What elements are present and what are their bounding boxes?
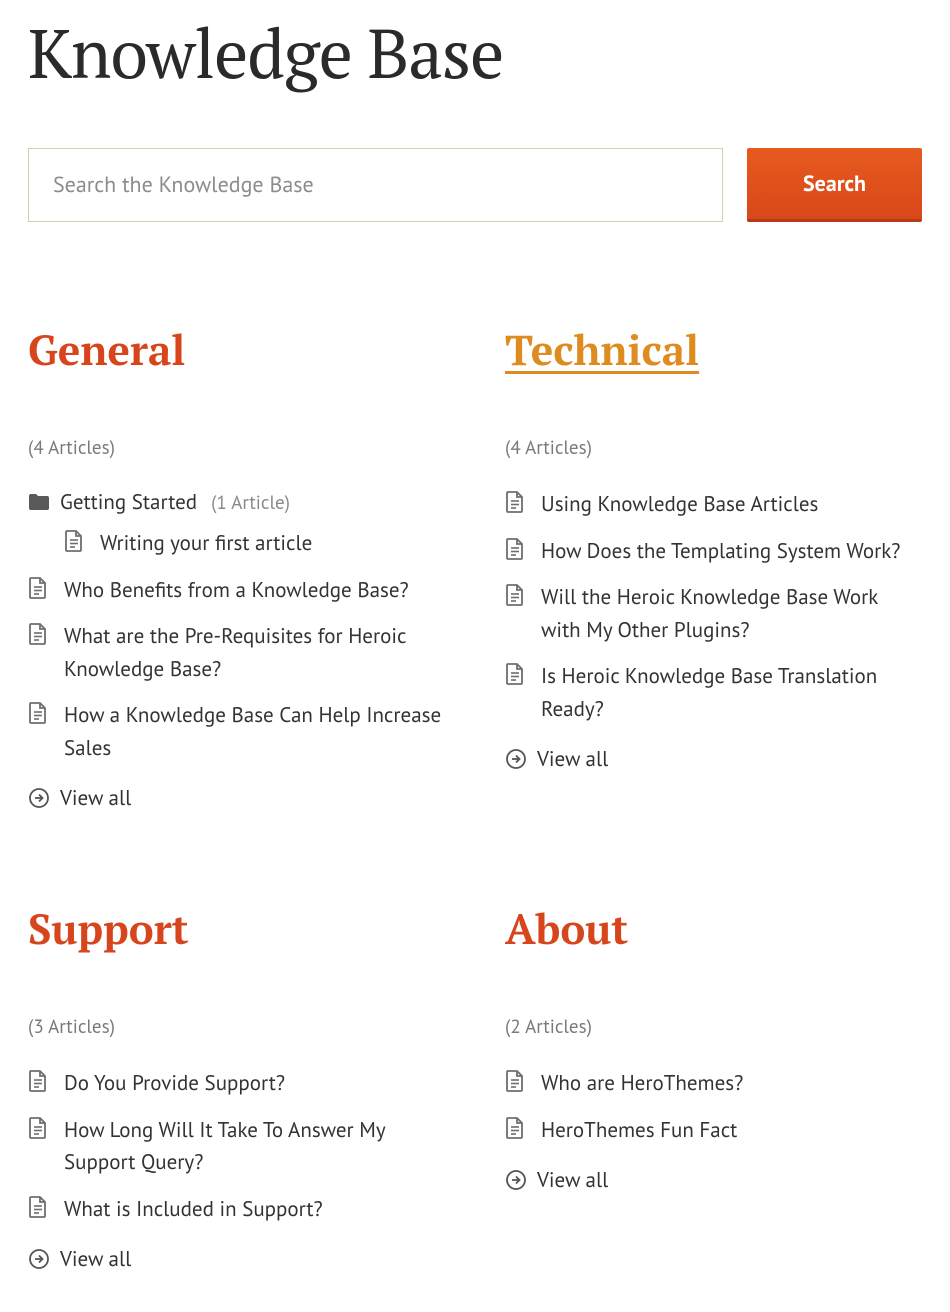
article-link[interactable]: Will the Heroic Knowledge Base Work with… [541,581,922,646]
category-support: Support (3 Articles) Do You Provide Suppo… [28,901,445,1272]
document-icon [28,1070,48,1092]
search-button[interactable]: Search [747,148,922,222]
document-icon [28,623,48,645]
category-count: (4 Articles) [28,436,445,460]
view-all-link[interactable]: View all [28,1245,445,1272]
category-about: About (2 Articles) Who are HeroThemes? He… [505,901,922,1272]
document-icon [505,1117,525,1139]
document-icon [28,1117,48,1139]
category-title[interactable]: Support [28,901,445,957]
arrow-right-circle-icon [505,748,527,770]
list-item[interactable]: HeroThemes Fun Fact [505,1114,922,1147]
article-link[interactable]: Is Heroic Knowledge Base Translation Rea… [541,660,922,725]
document-icon [505,538,525,560]
folder-icon [28,493,50,511]
category-title[interactable]: General [28,322,445,378]
category-technical: Technical (4 Articles) Using Knowledge Ba… [505,322,922,811]
search-row: Search [28,148,922,222]
view-all-label: View all [537,1166,608,1193]
category-general: General (4 Articles) Getting Started (1 A… [28,322,445,811]
document-icon [28,1196,48,1218]
view-all-link[interactable]: View all [505,1166,922,1193]
article-link[interactable]: Who Benefits from a Knowledge Base? [64,574,409,607]
list-item[interactable]: Writing your first article [64,527,445,560]
view-all-link[interactable]: View all [28,784,445,811]
view-all-link[interactable]: View all [505,745,922,772]
article-link[interactable]: HeroThemes Fun Fact [541,1114,737,1147]
arrow-right-circle-icon [505,1169,527,1191]
view-all-label: View all [60,1245,131,1272]
arrow-right-circle-icon [28,787,50,809]
view-all-label: View all [60,784,131,811]
list-item[interactable]: How Does the Templating System Work? [505,535,922,568]
category-count: (4 Articles) [505,436,922,460]
category-title[interactable]: Technical [505,322,922,378]
list-item[interactable]: Will the Heroic Knowledge Base Work with… [505,581,922,646]
document-icon [505,1070,525,1092]
document-icon [28,702,48,724]
list-item[interactable]: Who Benefits from a Knowledge Base? [28,574,445,607]
list-item[interactable]: Is Heroic Knowledge Base Translation Rea… [505,660,922,725]
article-link[interactable]: Do You Provide Support? [64,1067,285,1100]
category-count: (3 Articles) [28,1015,445,1039]
document-icon [64,530,84,552]
article-link[interactable]: How Long Will It Take To Answer My Suppo… [64,1114,445,1179]
document-icon [505,584,525,606]
list-item[interactable]: How Long Will It Take To Answer My Suppo… [28,1114,445,1179]
subcategory-name: Getting Started [60,488,197,515]
list-item[interactable]: Who are HeroThemes? [505,1067,922,1100]
list-item[interactable]: Using Knowledge Base Articles [505,488,922,521]
document-icon [505,491,525,513]
subcategory-count: (1 Article) [211,491,290,515]
list-item[interactable]: What are the Pre-Requisites for Heroic K… [28,620,445,685]
arrow-right-circle-icon [28,1248,50,1270]
article-link[interactable]: Who are HeroThemes? [541,1067,743,1100]
article-link[interactable]: Using Knowledge Base Articles [541,488,818,521]
document-icon [28,577,48,599]
search-input[interactable] [28,148,723,222]
list-item[interactable]: Do You Provide Support? [28,1067,445,1100]
article-link[interactable]: What are the Pre-Requisites for Heroic K… [64,620,445,685]
list-item[interactable]: What is Included in Support? [28,1193,445,1226]
category-title[interactable]: About [505,901,922,957]
article-link[interactable]: Writing your first article [100,527,312,560]
category-count: (2 Articles) [505,1015,922,1039]
view-all-label: View all [537,745,608,772]
article-link[interactable]: How a Knowledge Base Can Help Increase S… [64,699,445,764]
page-title: Knowledge Base [28,8,922,98]
subcategory[interactable]: Getting Started (1 Article) [28,488,445,515]
list-item[interactable]: How a Knowledge Base Can Help Increase S… [28,699,445,764]
article-link[interactable]: What is Included in Support? [64,1193,323,1226]
document-icon [505,663,525,685]
article-link[interactable]: How Does the Templating System Work? [541,535,900,568]
